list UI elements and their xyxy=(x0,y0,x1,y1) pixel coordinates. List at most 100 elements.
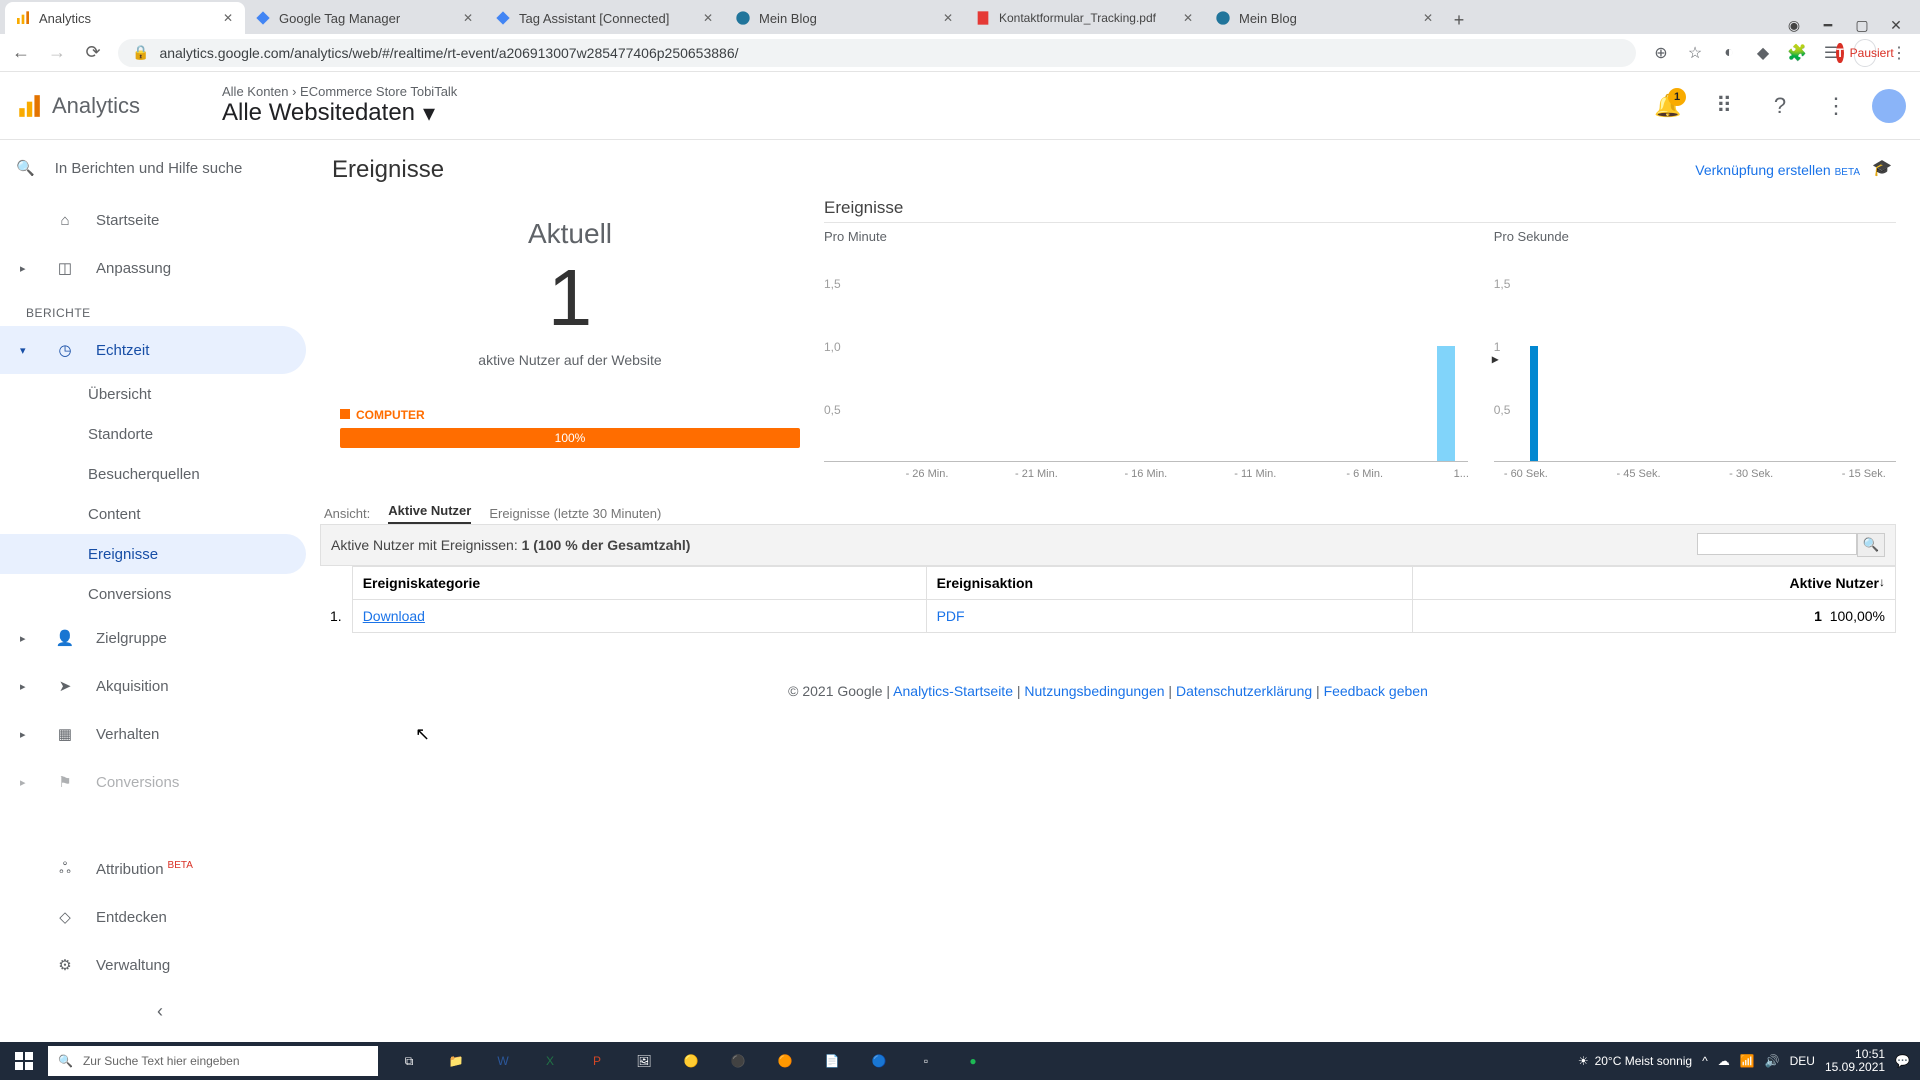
sidebar-item-conversions[interactable]: ▸⚑ Conversions xyxy=(0,758,306,806)
back-button[interactable]: ← xyxy=(10,42,32,64)
zoom-icon[interactable]: ⊕ xyxy=(1650,42,1672,64)
footer-link[interactable]: Datenschutzerklärung xyxy=(1176,683,1312,699)
apps-icon[interactable]: ⠿ xyxy=(1704,86,1744,126)
tab-blog2[interactable]: Mein Blog ✕ xyxy=(1205,2,1445,34)
view-tab-active[interactable]: Aktive Nutzer xyxy=(388,503,471,524)
maximize-icon[interactable]: ▢ xyxy=(1852,17,1872,34)
sidebar-sub-besucherquellen[interactable]: Besucherquellen xyxy=(0,454,306,494)
onedrive-icon[interactable]: ☁ xyxy=(1718,1054,1730,1068)
sidebar-item-verwaltung[interactable]: ⚙ Verwaltung xyxy=(0,941,306,989)
reload-button[interactable]: ⟳ xyxy=(82,42,104,64)
close-icon[interactable]: ✕ xyxy=(221,11,235,25)
th-action[interactable]: Ereignisaktion xyxy=(926,567,1413,600)
obs-icon[interactable]: ⚫ xyxy=(715,1042,761,1080)
education-icon[interactable]: 🎓 xyxy=(1872,158,1896,182)
account-icon[interactable]: ◉ xyxy=(1784,17,1804,34)
taskview-icon[interactable]: ⧉ xyxy=(386,1042,432,1080)
spotify-icon[interactable]: ● xyxy=(950,1042,996,1080)
view-tab-other[interactable]: Ereignisse (letzte 30 Minuten) xyxy=(489,506,661,521)
extension-pill[interactable]: T Pausiert xyxy=(1854,39,1876,67)
wifi-icon[interactable]: 📶 xyxy=(1740,1054,1755,1068)
weather-widget[interactable]: ☀ 20°C Meist sonnig xyxy=(1578,1054,1692,1068)
language-indicator[interactable]: DEU xyxy=(1790,1054,1815,1068)
photos-icon[interactable]: 🖼 xyxy=(621,1042,667,1080)
tab-blog1[interactable]: Mein Blog ✕ xyxy=(725,2,965,34)
powerpoint-icon[interactable]: P xyxy=(574,1042,620,1080)
view-name: Alle Websitedaten xyxy=(222,99,415,127)
notifications-icon[interactable]: 🔔 1 xyxy=(1648,86,1688,126)
excel-icon[interactable]: X xyxy=(527,1042,573,1080)
sidebar-item-akquisition[interactable]: ▸➤ Akquisition xyxy=(0,662,306,710)
help-icon[interactable]: ? xyxy=(1760,86,1800,126)
sidebar-item-echtzeit[interactable]: ▾◷ Echtzeit xyxy=(0,326,306,374)
create-shortcut-link[interactable]: Verknüpfung erstellen BETA xyxy=(1695,162,1860,178)
sidebar-sub-standorte[interactable]: Standorte xyxy=(0,414,306,454)
close-icon[interactable]: ✕ xyxy=(1421,11,1435,25)
chevron-down-icon: ▾ xyxy=(20,344,34,357)
table-search-button[interactable]: 🔍 xyxy=(1857,533,1885,557)
volume-icon[interactable]: 🔊 xyxy=(1765,1054,1780,1068)
app-icon[interactable]: 🟠 xyxy=(762,1042,808,1080)
minimize-icon[interactable]: ━ xyxy=(1818,17,1838,34)
close-icon[interactable]: ✕ xyxy=(941,11,955,25)
tab-analytics[interactable]: Analytics ✕ xyxy=(5,2,245,34)
ext-icon-2[interactable]: ◆ xyxy=(1752,42,1774,64)
tab-pdf[interactable]: Kontaktformular_Tracking.pdf ✕ xyxy=(965,2,1205,34)
close-icon[interactable]: ✕ xyxy=(1181,11,1195,25)
extensions-icon[interactable]: 🧩 xyxy=(1786,42,1808,64)
chrome-icon[interactable]: 🟡 xyxy=(668,1042,714,1080)
current-label: Aktuell xyxy=(320,218,820,250)
browser-menu-icon[interactable]: ⋮ xyxy=(1888,42,1910,64)
word-icon[interactable]: W xyxy=(480,1042,526,1080)
tray-chevron-icon[interactable]: ^ xyxy=(1702,1054,1708,1068)
sidebar-sub-uebersicht[interactable]: Übersicht xyxy=(0,374,306,414)
new-tab-button[interactable]: + xyxy=(1445,6,1473,34)
close-icon[interactable]: ✕ xyxy=(1886,17,1906,34)
avatar[interactable] xyxy=(1872,89,1906,123)
product-name: Analytics xyxy=(52,93,140,119)
kebab-icon[interactable]: ⋮ xyxy=(1816,86,1856,126)
sidebar-sub-content[interactable]: Content xyxy=(0,494,306,534)
sidebar-sub-conversions[interactable]: Conversions xyxy=(0,574,306,614)
event-action-link[interactable]: PDF xyxy=(937,608,965,624)
event-category-link[interactable]: Download xyxy=(363,608,425,624)
sidebar-item-attribution[interactable]: ஃ AttributionBETA xyxy=(0,845,306,893)
th-users[interactable]: Aktive Nutzer ↓ xyxy=(1413,567,1896,600)
table-search-input[interactable] xyxy=(1697,533,1857,555)
account-picker[interactable]: Alle Konten › ECommerce Store TobiTalk A… xyxy=(222,84,457,128)
dashboard-icon: ◫ xyxy=(54,259,76,277)
sidebar-sub-ereignisse[interactable]: Ereignisse xyxy=(0,534,306,574)
footer-link[interactable]: Feedback geben xyxy=(1324,683,1428,699)
url-input[interactable]: 🔒 analytics.google.com/analytics/web/#/r… xyxy=(118,39,1636,67)
sidebar-item-home[interactable]: ⌂ Startseite xyxy=(0,196,306,244)
view-label: Ansicht: xyxy=(324,506,370,521)
sidebar-item-verhalten[interactable]: ▸▦ Verhalten xyxy=(0,710,306,758)
clock[interactable]: 10:51 15.09.2021 xyxy=(1825,1048,1885,1074)
explorer-icon[interactable]: 📁 xyxy=(433,1042,479,1080)
sidebar-item-zielgruppe[interactable]: ▸👤 Zielgruppe xyxy=(0,614,306,662)
close-icon[interactable]: ✕ xyxy=(461,11,475,25)
app-icon[interactable]: 📄 xyxy=(809,1042,855,1080)
bookmark-icon[interactable]: ☆ xyxy=(1684,42,1706,64)
taskbar-search[interactable]: 🔍 Zur Suche Text hier eingeben xyxy=(48,1046,378,1076)
close-icon[interactable]: ✕ xyxy=(701,11,715,25)
forward-button[interactable]: → xyxy=(46,42,68,64)
tab-gtm[interactable]: Google Tag Manager ✕ xyxy=(245,2,485,34)
notification-icon[interactable]: 💬 xyxy=(1895,1054,1910,1068)
tab-tagassistant[interactable]: Tag Assistant [Connected] ✕ xyxy=(485,2,725,34)
th-category[interactable]: Ereigniskategorie xyxy=(352,567,926,600)
sidebar-item-entdecken[interactable]: ◇ Entdecken xyxy=(0,893,306,941)
start-button[interactable] xyxy=(0,1042,48,1080)
footer-link[interactable]: Analytics-Startseite xyxy=(893,683,1013,699)
app-icon[interactable]: ▫ xyxy=(903,1042,949,1080)
sidebar-search[interactable]: 🔍 In Berichten und Hilfe suche xyxy=(0,140,320,196)
ga-logo[interactable]: Analytics xyxy=(16,93,206,119)
xtick: - 15 Sek. xyxy=(1842,468,1886,480)
gtm-icon xyxy=(255,10,271,26)
charts-panel: Ereignisse Pro Minute 1,5 1,0 0,5 - 26 M… xyxy=(824,194,1896,489)
sidebar-item-anpassung[interactable]: ▸◫ Anpassung xyxy=(0,244,306,292)
ext-icon-1[interactable]: ◐ xyxy=(1718,42,1740,64)
collapse-sidebar-button[interactable]: ‹ xyxy=(0,989,320,1034)
edge-icon[interactable]: 🔵 xyxy=(856,1042,902,1080)
footer-link[interactable]: Nutzungsbedingungen xyxy=(1024,683,1164,699)
